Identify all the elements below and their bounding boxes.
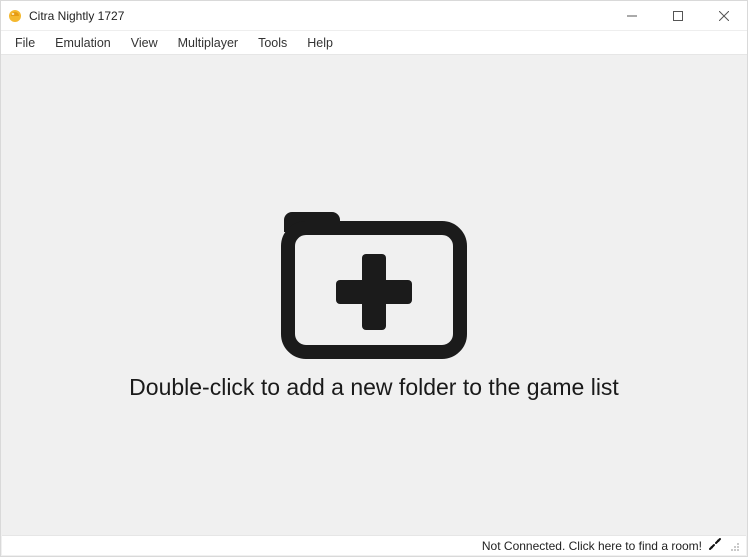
menu-file[interactable]: File <box>5 33 45 53</box>
add-folder-icon <box>274 190 474 360</box>
maximize-button[interactable] <box>655 1 701 31</box>
multiplayer-status[interactable]: Not Connected. Click here to find a room… <box>482 539 702 553</box>
menu-multiplayer[interactable]: Multiplayer <box>168 33 248 53</box>
titlebar: Citra Nightly 1727 <box>1 1 747 31</box>
menu-emulation[interactable]: Emulation <box>45 33 121 53</box>
statusbar: Not Connected. Click here to find a room… <box>2 535 746 555</box>
window-title: Citra Nightly 1727 <box>29 9 124 23</box>
multiplayer-disconnected-icon[interactable] <box>708 537 722 554</box>
add-folder-prompt: Double-click to add a new folder to the … <box>129 374 619 401</box>
close-button[interactable] <box>701 1 747 31</box>
menu-tools[interactable]: Tools <box>248 33 297 53</box>
app-icon <box>7 8 23 24</box>
resize-grip[interactable] <box>728 540 740 552</box>
menu-help[interactable]: Help <box>297 33 343 53</box>
game-list-area[interactable]: Double-click to add a new folder to the … <box>2 56 746 534</box>
menu-view[interactable]: View <box>121 33 168 53</box>
window-controls <box>609 1 747 31</box>
minimize-button[interactable] <box>609 1 655 31</box>
menubar: File Emulation View Multiplayer Tools He… <box>1 31 747 55</box>
